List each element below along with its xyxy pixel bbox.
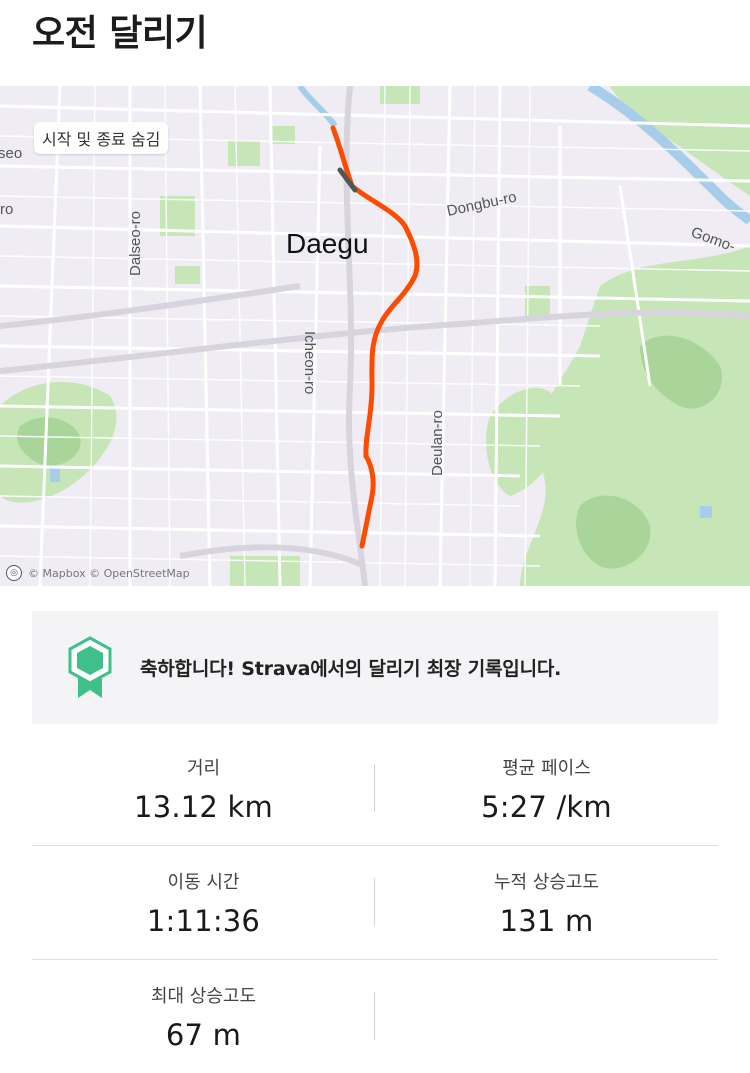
stats-grid: 거리 13.12 km 평균 페이스 5:27 /km 이동 시간 1:11:3… — [32, 732, 718, 1073]
stat-label: 누적 상승고도 — [493, 872, 600, 893]
map-canvas: Daegu Dongbu-ro Gomo- Dalseo-ro Icheon-r… — [0, 86, 750, 586]
achievement-message: 축하합니다! Strava에서의 달리기 최장 기록입니다. — [140, 658, 562, 680]
road-label-ro: ro — [0, 201, 13, 218]
stat-elevation-gain: 누적 상승고도 131 m — [375, 846, 718, 959]
stat-divider — [374, 992, 375, 1040]
stat-label: 최대 상승고도 — [150, 986, 257, 1007]
route-map[interactable]: Daegu Dongbu-ro Gomo- Dalseo-ro Icheon-r… — [0, 86, 750, 586]
stat-max-elevation: 최대 상승고도 67 m — [32, 960, 375, 1073]
stats-row: 이동 시간 1:11:36 누적 상승고도 131 m — [32, 846, 718, 960]
stat-label: 이동 시간 — [167, 872, 240, 893]
stats-row: 최대 상승고도 67 m — [32, 960, 718, 1073]
page-title: 오전 달리기 — [32, 13, 208, 54]
stat-value: 131 m — [499, 904, 594, 938]
achievement-badge-icon — [68, 635, 112, 698]
stat-label: 거리 — [186, 758, 221, 779]
city-label: Daegu — [286, 228, 369, 259]
stat-moving-time: 이동 시간 1:11:36 — [32, 846, 375, 959]
hide-start-end-button[interactable]: 시작 및 종료 숨김 — [34, 122, 169, 154]
stat-value: 13.12 km — [134, 790, 273, 824]
road-label-deulan: Deulan-ro — [429, 410, 446, 476]
road-label-icheon: Icheon-ro — [301, 331, 318, 394]
stat-distance: 거리 13.12 km — [32, 732, 375, 845]
stat-label: 평균 페이스 — [502, 758, 591, 779]
mapbox-logo-icon: ◎ — [6, 565, 22, 581]
stat-value: 67 m — [165, 1018, 242, 1052]
stat-value: 5:27 /km — [481, 790, 612, 824]
attribution-text: © Mapbox © OpenStreetMap — [28, 566, 190, 580]
stat-value: 1:11:36 — [146, 904, 261, 938]
road-label-dongbu: Dongbu-ro — [445, 189, 518, 220]
road-label-seo: seo — [0, 145, 22, 162]
stat-avg-pace: 평균 페이스 5:27 /km — [375, 732, 718, 845]
achievement-banner: 축하합니다! Strava에서의 달리기 최장 기록입니다. — [32, 611, 718, 724]
stats-row: 거리 13.12 km 평균 페이스 5:27 /km — [32, 732, 718, 846]
road-label-dalseo: Dalseo-ro — [127, 211, 144, 276]
road-label-gomo: Gomo- — [689, 224, 738, 256]
map-attribution[interactable]: ◎ © Mapbox © OpenStreetMap — [6, 565, 190, 581]
